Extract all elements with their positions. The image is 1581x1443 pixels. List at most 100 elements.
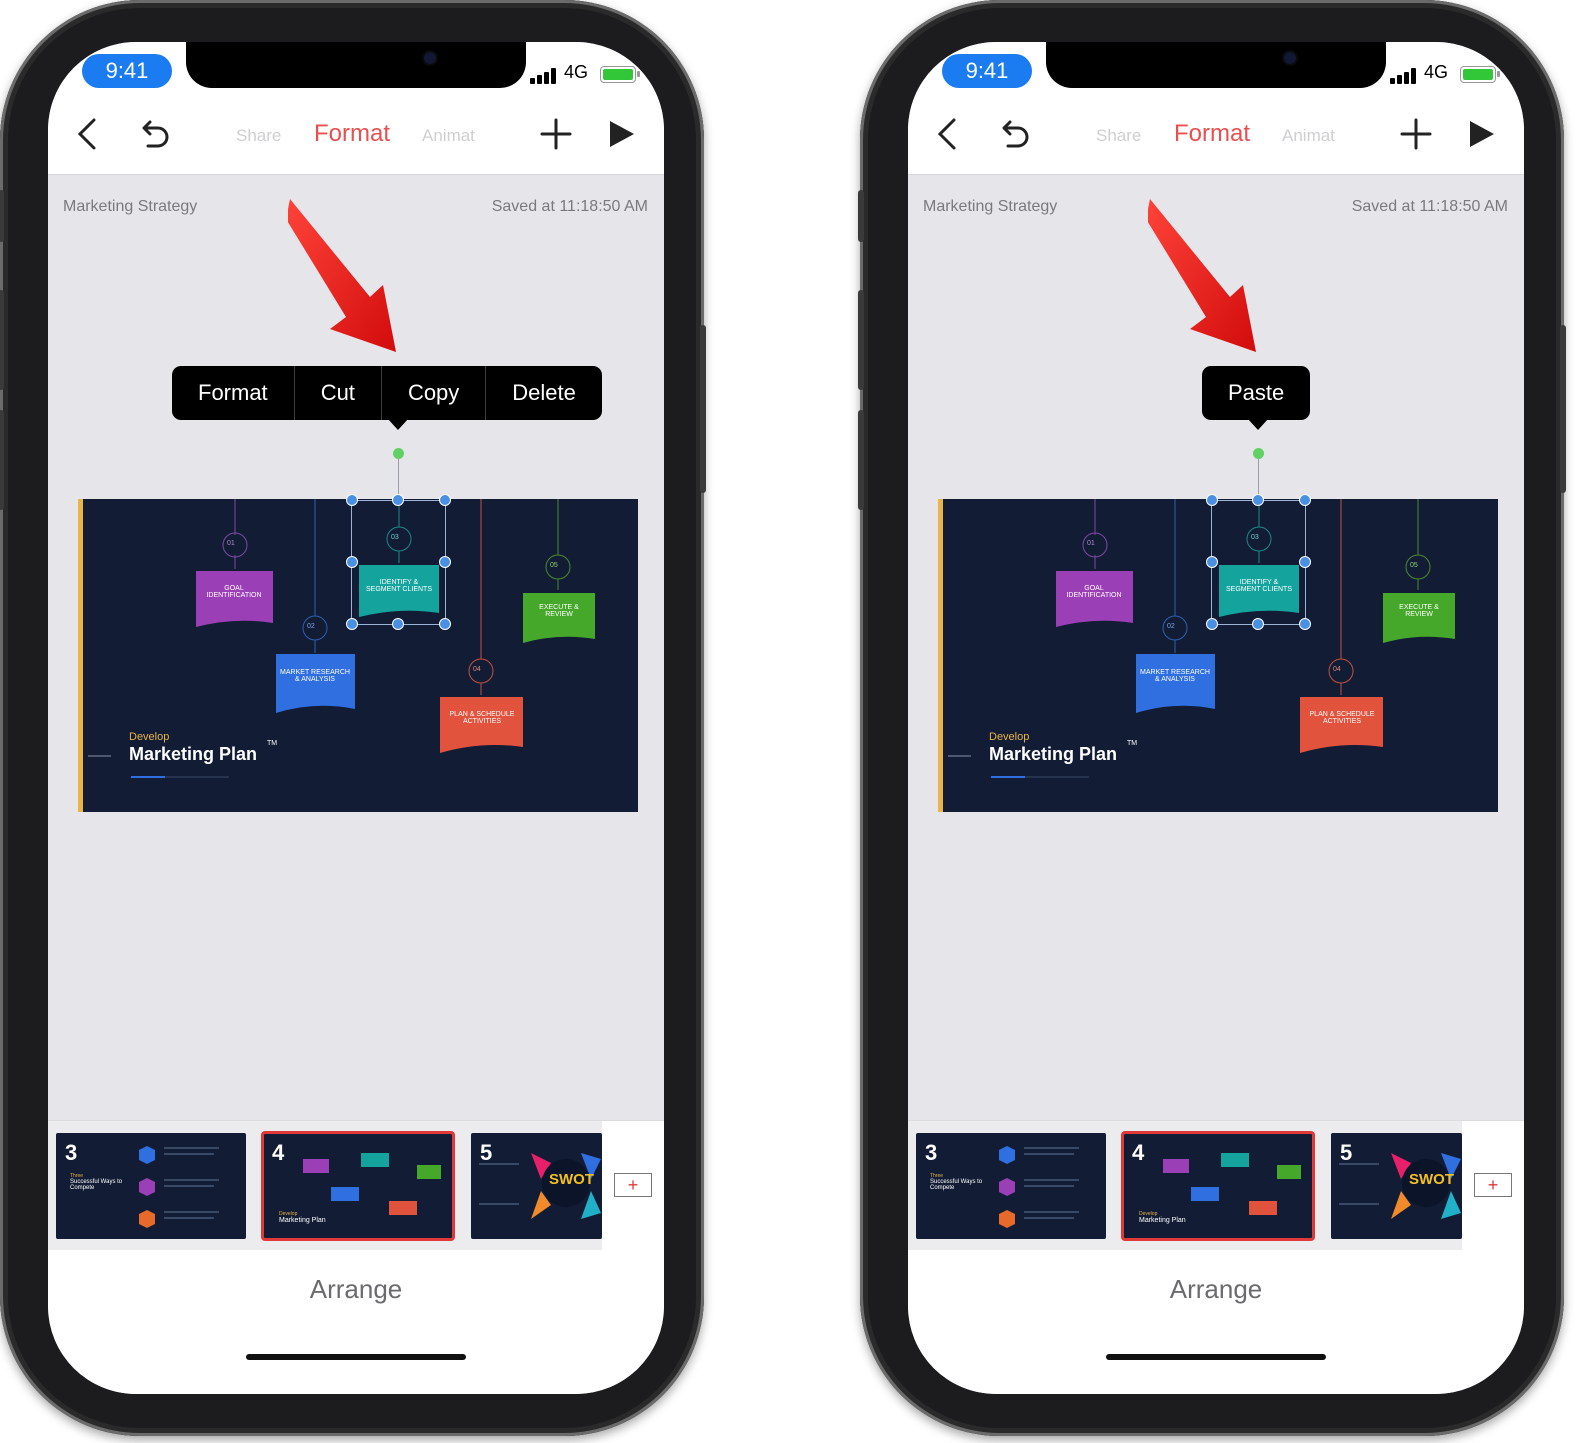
step-plan-label: PLAN & SCHEDULE ACTIVITIES (449, 711, 515, 725)
add-slide-button[interactable]: + (1474, 1173, 1512, 1197)
thumb-title: SWOT (1409, 1171, 1454, 1188)
add-slide-area: + (602, 1121, 664, 1251)
network-type: 4G (564, 62, 589, 82)
resize-handle[interactable] (1252, 618, 1264, 630)
rotation-handle[interactable] (393, 448, 404, 459)
phone-left: 9:41 4G Share Format Animat Marketing St… (0, 0, 706, 1436)
undo-icon[interactable] (134, 112, 178, 156)
document-title: Marketing Strategy (63, 198, 198, 215)
slide-thumbnail-4[interactable]: 4 Develop Marketing Plan (1121, 1131, 1315, 1241)
notch (1046, 42, 1386, 88)
silent-switch (0, 190, 4, 242)
add-slide-button[interactable]: + (614, 1173, 652, 1197)
step-num-2: 02 (307, 623, 315, 630)
step-execute-label: EXECUTE & REVIEW (539, 604, 579, 618)
thumb-title: Marketing Plan (1139, 1217, 1186, 1224)
slide-thumbnail-5[interactable]: 5 SWOT (471, 1133, 602, 1239)
menu-item-paste[interactable]: Paste (1202, 366, 1310, 420)
resize-handle[interactable] (1299, 494, 1311, 506)
arrange-button[interactable]: Arrange (48, 1274, 664, 1305)
resize-handle[interactable] (1206, 556, 1218, 568)
volume-down-button (858, 410, 864, 510)
rotation-handle[interactable] (1253, 448, 1264, 459)
add-plus-icon[interactable] (534, 112, 578, 156)
slide-thumbnail-4[interactable]: 4 Develop Marketing Plan (261, 1131, 455, 1241)
saved-status: Saved at 11:18:50 AM (1351, 198, 1508, 215)
slide-canvas[interactable]: 01 02 03 04 05 GOAL IDENTIFICATION MARKE… (938, 499, 1498, 812)
status-time: 9:41 (82, 54, 172, 88)
tab-format[interactable]: Format (1174, 120, 1250, 148)
resize-handle[interactable] (1252, 494, 1264, 506)
slide-tm: TM (1127, 740, 1138, 747)
slide-title: Marketing Plan (129, 744, 258, 764)
play-icon[interactable] (1460, 112, 1504, 156)
step-market-label: MARKET RESEARCH & ANALYSIS (280, 669, 350, 683)
selection-box[interactable] (351, 500, 446, 625)
home-indicator (1106, 1354, 1326, 1360)
network-type: 4G (1424, 62, 1449, 82)
resize-handle[interactable] (1206, 494, 1218, 506)
play-icon[interactable] (600, 112, 644, 156)
resize-handle[interactable] (346, 494, 358, 506)
step-num-5: 05 (1410, 562, 1418, 569)
tab-share[interactable]: Share (1096, 126, 1141, 146)
screen: 9:41 4G Share Format Animat Marketing St… (48, 42, 664, 1394)
toolbar: Share Format Animat (908, 100, 1524, 175)
red-arrow-annotation (1148, 199, 1256, 352)
red-arrow-annotation (288, 199, 396, 352)
status-time: 9:41 (942, 54, 1032, 88)
silent-switch (858, 190, 864, 242)
volume-down-button (0, 410, 4, 510)
step-goal-label: GOAL IDENTIFICATION (206, 585, 262, 599)
add-slide-area: + (1462, 1121, 1524, 1251)
toolbar: Share Format Animat (48, 100, 664, 175)
tab-animate[interactable]: Animat (1282, 126, 1335, 146)
step-num-2: 02 (1167, 623, 1175, 630)
tab-animate[interactable]: Animat (422, 126, 475, 146)
slide-develop-label: Develop (989, 731, 1030, 743)
resize-handle[interactable] (1299, 556, 1311, 568)
slide-thumbnail-5[interactable]: 5 SWOT (1331, 1133, 1462, 1239)
selection-box[interactable] (1211, 500, 1306, 625)
resize-handle[interactable] (439, 494, 451, 506)
thumb-title: SWOT (549, 1171, 594, 1188)
step-num-1: 01 (1087, 540, 1095, 547)
tab-share[interactable]: Share (236, 126, 281, 146)
resize-handle[interactable] (439, 618, 451, 630)
tab-format[interactable]: Format (314, 120, 390, 148)
resize-handle[interactable] (392, 618, 404, 630)
resize-handle[interactable] (439, 556, 451, 568)
back-chevron-icon[interactable] (66, 112, 110, 156)
menu-item-copy[interactable]: Copy (382, 366, 487, 420)
power-button (1560, 325, 1566, 493)
arrange-button[interactable]: Arrange (908, 1274, 1524, 1305)
resize-handle[interactable] (1299, 618, 1311, 630)
step-num-4: 04 (1333, 666, 1341, 673)
volume-up-button (0, 290, 4, 390)
slide-tm: TM (267, 740, 278, 747)
undo-icon[interactable] (994, 112, 1038, 156)
menu-item-delete[interactable]: Delete (486, 366, 602, 420)
phone-right: 9:41 4G Share Format Animat Marketing St… (858, 0, 1566, 1436)
resize-handle[interactable] (346, 556, 358, 568)
power-button (700, 325, 706, 493)
slide-develop-label: Develop (129, 731, 170, 743)
back-chevron-icon[interactable] (926, 112, 970, 156)
document-title: Marketing Strategy (923, 198, 1058, 215)
resize-handle[interactable] (1206, 618, 1218, 630)
step-num-1: 01 (227, 540, 235, 547)
volume-up-button (858, 290, 864, 390)
menu-item-cut[interactable]: Cut (295, 366, 382, 420)
slide-thumbnail-3[interactable]: 3 Three Successful Ways to Compete (56, 1133, 246, 1239)
bottom-panel: Arrange (908, 1250, 1524, 1394)
slide-thumbnail-3[interactable]: 3 Three Successful Ways to Compete (916, 1133, 1106, 1239)
menu-item-format[interactable]: Format (172, 366, 295, 420)
resize-handle[interactable] (392, 494, 404, 506)
resize-handle[interactable] (346, 618, 358, 630)
slide-canvas[interactable]: 01 02 03 04 05 GOAL IDENTIFICATION MARKE… (78, 499, 638, 812)
battery-icon (1460, 66, 1500, 83)
context-menu-tail (1247, 418, 1269, 430)
bottom-panel: Arrange (48, 1250, 664, 1394)
notch (186, 42, 526, 88)
add-plus-icon[interactable] (1394, 112, 1438, 156)
